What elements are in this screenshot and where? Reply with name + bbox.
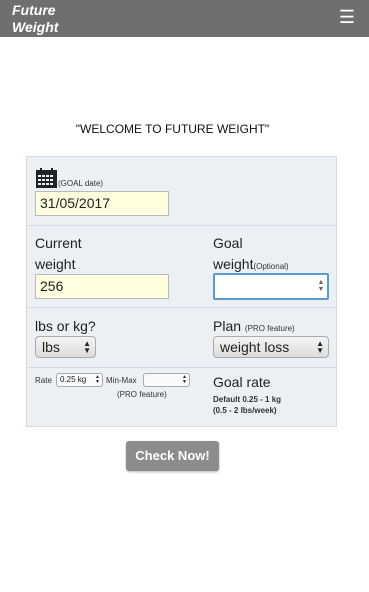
- weight-form-panel: (GOAL date) 31/05/2017 Current weight 25…: [26, 156, 337, 427]
- goal-weight-label: Goal weight(Optional): [213, 235, 289, 272]
- goal-date-input[interactable]: 31/05/2017: [35, 191, 169, 216]
- current-weight-label: Current weight: [35, 235, 82, 272]
- top-bar: Future Weight ☰: [0, 0, 369, 37]
- goal-rate-label: Goal rate: [213, 374, 271, 390]
- rate-select[interactable]: 0.25 kg ▲ ▼: [56, 373, 103, 387]
- current-weight-input[interactable]: 256: [35, 274, 169, 299]
- spinner-icon[interactable]: ▲ ▼: [317, 279, 325, 294]
- minmax-pro-note: (PRO feature): [117, 390, 167, 399]
- goal-rate-default: Default 0.25 - 1 kg (0.5 - 2 lbs/week): [213, 395, 282, 415]
- divider: [27, 367, 336, 368]
- hamburger-icon[interactable]: ☰: [335, 6, 359, 30]
- calendar-icon[interactable]: [36, 168, 57, 188]
- minmax-select[interactable]: ▲ ▼: [143, 373, 190, 387]
- goal-weight-input[interactable]: ▲ ▼: [213, 273, 329, 300]
- select-arrows-icon: ▲ ▼: [182, 374, 187, 385]
- check-now-button[interactable]: Check Now!: [126, 441, 219, 471]
- units-label: lbs or kg?: [35, 318, 96, 334]
- units-select[interactable]: lbs ▲ ▼: [35, 336, 96, 358]
- rate-label: Rate: [35, 376, 52, 385]
- minmax-label: Min-Max: [106, 376, 137, 385]
- select-arrows-icon: ▲ ▼: [95, 374, 100, 385]
- goal-date-label: (GOAL date): [58, 179, 104, 188]
- select-arrows-icon: ▲ ▼: [83, 339, 91, 355]
- select-arrows-icon: ▲ ▼: [316, 339, 324, 355]
- plan-select[interactable]: weight loss ▲ ▼: [213, 336, 329, 358]
- divider: [27, 225, 336, 226]
- app-title: Future Weight: [12, 2, 59, 35]
- welcome-text: "WELCOME TO FUTURE WEIGHT": [75, 122, 270, 136]
- divider: [27, 307, 336, 308]
